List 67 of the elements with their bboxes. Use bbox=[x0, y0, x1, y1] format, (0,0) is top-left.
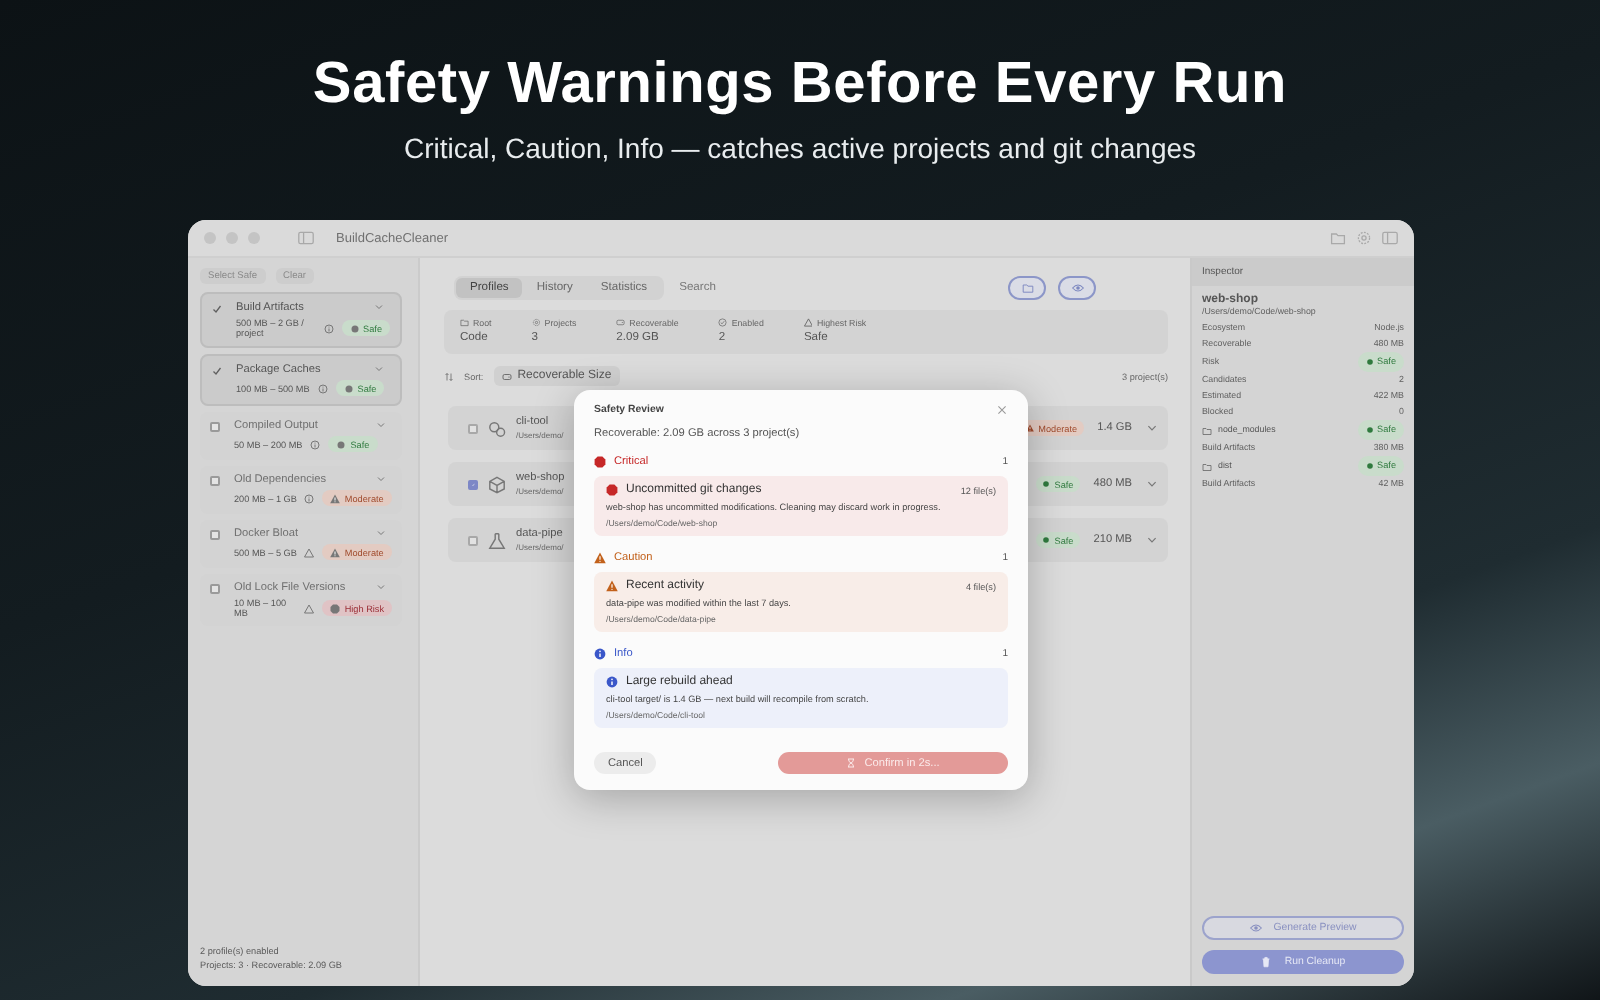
eye-icon bbox=[1071, 282, 1083, 294]
folder-icon bbox=[1202, 425, 1212, 435]
close-icon[interactable] bbox=[996, 404, 1008, 416]
risk-icon bbox=[330, 547, 341, 557]
hero-subtitle: Critical, Caution, Info — catches active projects and git changes bbox=[403, 132, 1197, 164]
checkbox[interactable] bbox=[212, 366, 222, 376]
stop-icon bbox=[606, 484, 618, 496]
checkbox[interactable] bbox=[468, 479, 478, 489]
risk-icon bbox=[1365, 462, 1374, 470]
risk-icon bbox=[343, 383, 354, 393]
checkbox[interactable] bbox=[210, 584, 220, 594]
info-icon bbox=[310, 439, 321, 449]
risk-icon bbox=[1365, 426, 1374, 434]
flask-icon bbox=[488, 531, 506, 549]
chevron-icon[interactable] bbox=[376, 528, 386, 538]
disk-icon bbox=[501, 371, 512, 381]
panel-toggle-icon[interactable] bbox=[1382, 230, 1398, 246]
sort-icon bbox=[444, 371, 454, 381]
info-icon bbox=[323, 323, 334, 333]
trash-icon bbox=[1260, 956, 1273, 968]
warning-icon bbox=[606, 580, 618, 592]
disk-icon bbox=[616, 318, 626, 328]
chevron-icon[interactable] bbox=[1146, 478, 1158, 490]
hourglass-icon bbox=[846, 758, 857, 768]
checkbox[interactable] bbox=[468, 535, 478, 545]
folder-icon bbox=[460, 318, 469, 328]
cube-icon bbox=[488, 475, 506, 493]
risk-icon bbox=[330, 493, 341, 503]
checkbox[interactable] bbox=[210, 476, 220, 486]
stop-icon bbox=[594, 456, 606, 468]
warning-icon bbox=[304, 603, 315, 613]
risk-icon bbox=[1042, 536, 1051, 544]
chevron-icon[interactable] bbox=[374, 364, 384, 374]
chevron-icon[interactable] bbox=[1146, 422, 1158, 434]
chevron-icon[interactable] bbox=[376, 474, 386, 484]
info-icon bbox=[594, 648, 606, 660]
eye-icon bbox=[1249, 922, 1262, 934]
chevron-icon[interactable] bbox=[374, 302, 384, 312]
gears-icon bbox=[488, 419, 506, 437]
warning-icon bbox=[594, 552, 606, 564]
open-folder-button[interactable] bbox=[1008, 276, 1046, 300]
folder-icon[interactable] bbox=[1330, 230, 1346, 246]
warning-icon bbox=[803, 318, 813, 328]
checkbox[interactable] bbox=[212, 304, 222, 314]
chevron-icon[interactable] bbox=[376, 582, 386, 592]
checkbox[interactable] bbox=[210, 530, 220, 540]
sidebar-toggle-icon[interactable] bbox=[298, 230, 314, 246]
risk-icon bbox=[330, 603, 341, 613]
settings-icon[interactable] bbox=[1356, 230, 1372, 246]
checkbox[interactable] bbox=[210, 422, 220, 432]
info-icon bbox=[304, 493, 315, 503]
checkbox[interactable] bbox=[468, 423, 478, 433]
chevron-icon[interactable] bbox=[1146, 534, 1158, 546]
check-circle-icon bbox=[718, 318, 728, 328]
risk-icon bbox=[349, 323, 360, 333]
gear-icon bbox=[531, 318, 541, 328]
folder-icon bbox=[1202, 461, 1212, 471]
info-icon bbox=[317, 383, 328, 393]
chevron-icon[interactable] bbox=[376, 420, 386, 430]
info-icon bbox=[606, 676, 618, 688]
risk-icon bbox=[336, 439, 347, 449]
warning-icon bbox=[304, 547, 315, 557]
risk-icon bbox=[1365, 358, 1374, 366]
folder-icon bbox=[1021, 282, 1033, 294]
hero-title: Safety Warnings Before Every Run bbox=[312, 52, 1288, 118]
risk-icon bbox=[1042, 480, 1051, 488]
preview-button[interactable] bbox=[1058, 276, 1096, 300]
